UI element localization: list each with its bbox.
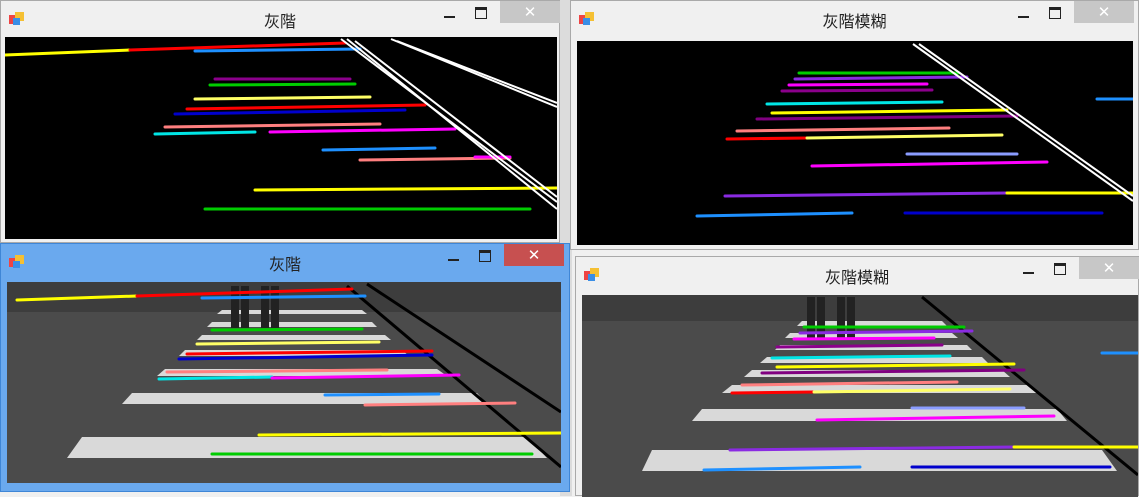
close-button[interactable]: ✕: [1079, 257, 1139, 279]
maximize-button[interactable]: [1043, 1, 1069, 25]
minimize-button[interactable]: [1016, 257, 1042, 281]
hough-lines-image: [695, 43, 1133, 218]
close-button[interactable]: ✕: [500, 1, 560, 23]
close-icon: ✕: [527, 246, 541, 264]
crosswalk-photo: [7, 282, 561, 483]
close-icon: ✕: [523, 3, 537, 21]
crosswalk-image: [7, 282, 561, 483]
maximize-button[interactable]: [473, 244, 499, 268]
crosswalk-photo: [582, 295, 1138, 497]
window-blur-bottom[interactable]: 灰階模糊 ✕: [575, 256, 1139, 497]
maximize-button[interactable]: [1048, 257, 1074, 281]
title-bar[interactable]: 灰階 ✕: [1, 1, 560, 35]
close-icon: ✕: [1097, 3, 1111, 21]
minimize-button[interactable]: [437, 1, 463, 25]
image-canvas: [577, 41, 1133, 245]
window-gray-top[interactable]: 灰階 ✕: [0, 0, 560, 243]
crosswalk-image: [582, 295, 1138, 497]
close-button[interactable]: ✕: [504, 244, 564, 266]
minimize-button[interactable]: [441, 244, 467, 268]
image-canvas: [5, 37, 557, 239]
title-bar[interactable]: 灰階 ✕: [1, 244, 569, 278]
hough-lines-image: [5, 38, 557, 211]
window-gray-bottom[interactable]: 灰階 ✕: [0, 243, 570, 492]
maximize-button[interactable]: [469, 1, 495, 25]
close-icon: ✕: [1102, 259, 1116, 277]
window-blur-top[interactable]: 灰階模糊 ✕: [570, 0, 1139, 250]
minimize-button[interactable]: [1011, 1, 1037, 25]
title-bar[interactable]: 灰階模糊 ✕: [571, 1, 1138, 35]
close-button[interactable]: ✕: [1074, 1, 1134, 23]
title-bar[interactable]: 灰階模糊 ✕: [576, 257, 1139, 291]
